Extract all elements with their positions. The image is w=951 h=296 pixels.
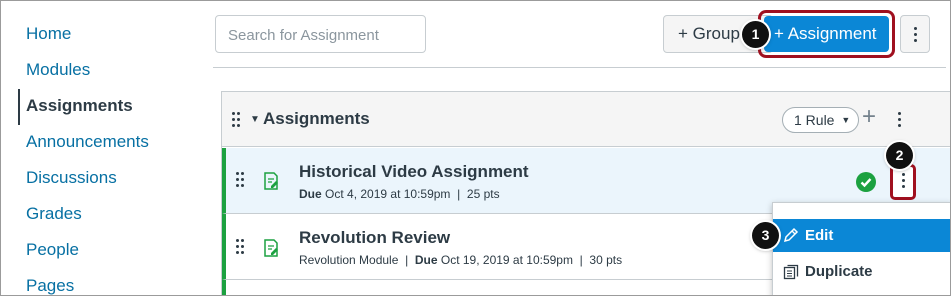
- nav-item-modules[interactable]: Modules: [26, 60, 90, 80]
- assignment-options-menu: Edit Duplicate: [772, 202, 950, 295]
- plus-icon[interactable]: +: [862, 105, 876, 129]
- pencil-icon: [783, 227, 799, 243]
- due-label: Due: [414, 253, 438, 267]
- nav-active-indicator: [18, 89, 20, 125]
- add-assignment-button[interactable]: + Assignment: [764, 16, 889, 52]
- search-input[interactable]: Search for Assignment: [215, 15, 426, 53]
- menu-item-duplicate[interactable]: Duplicate: [773, 257, 950, 287]
- kebab-icon: [914, 27, 918, 45]
- assignment-icon: [264, 239, 278, 257]
- assignment-icon: [264, 172, 278, 190]
- search-placeholder: Search for Assignment: [228, 27, 379, 44]
- due-date: Oct 19, 2019 at 10:59pm: [440, 253, 573, 267]
- nav-item-grades[interactable]: Grades: [26, 204, 82, 224]
- nav-item-people[interactable]: People: [26, 240, 79, 260]
- nav-item-announcements[interactable]: Announcements: [26, 132, 149, 152]
- nav-item-assignments[interactable]: Assignments: [26, 96, 133, 116]
- drag-handle-icon[interactable]: [232, 112, 242, 128]
- menu-item-edit[interactable]: Edit: [773, 219, 950, 252]
- module-name: Revolution Module: [299, 253, 399, 267]
- canvas-assignments-page: Home Modules Assignments Announcements D…: [0, 0, 951, 296]
- rules-label: 1 Rule: [794, 112, 835, 128]
- assignment-title[interactable]: Historical Video Assignment: [299, 162, 529, 182]
- assignment-group-header[interactable]: ▼ Assignments 1 Rule ▼ +: [222, 92, 950, 147]
- collapse-caret-icon[interactable]: ▼: [250, 114, 260, 125]
- published-check-icon[interactable]: [856, 172, 876, 192]
- chevron-down-icon: ▼: [841, 115, 851, 125]
- step-badge-2: 2: [886, 142, 913, 169]
- due-label: Due: [299, 187, 322, 201]
- toolbar-divider: [213, 67, 946, 68]
- step-badge-3: 3: [752, 222, 779, 249]
- nav-item-pages[interactable]: Pages: [26, 276, 74, 295]
- due-date: Oct 4, 2019 at 10:59pm: [325, 187, 451, 201]
- step-badge-1: 1: [742, 21, 769, 48]
- assignment-options-button[interactable]: [890, 164, 916, 200]
- copy-icon: [783, 264, 799, 280]
- points: 25 pts: [466, 187, 500, 201]
- assignment-meta: Revolution Module | Due Oct 19, 2019 at …: [299, 253, 623, 267]
- menu-item-label: Duplicate: [805, 263, 873, 280]
- group-title: Assignments: [263, 109, 370, 128]
- menu-item-label: Edit: [805, 227, 834, 244]
- nav-item-discussions[interactable]: Discussions: [26, 168, 117, 188]
- assignment-title[interactable]: Revolution Review: [299, 228, 450, 248]
- points: 30 pts: [589, 253, 623, 267]
- drag-handle-icon[interactable]: [236, 172, 246, 188]
- nav-item-home[interactable]: Home: [26, 24, 71, 44]
- course-navigation: Home Modules Assignments Announcements D…: [1, 1, 191, 295]
- kebab-icon: [902, 173, 906, 191]
- rules-pill[interactable]: 1 Rule ▼: [782, 107, 859, 133]
- kebab-icon[interactable]: [898, 112, 902, 130]
- page-options-button[interactable]: [900, 15, 930, 53]
- assignment-meta: Due Oct 4, 2019 at 10:59pm | 25 pts: [299, 187, 500, 201]
- drag-handle-icon[interactable]: [236, 239, 246, 255]
